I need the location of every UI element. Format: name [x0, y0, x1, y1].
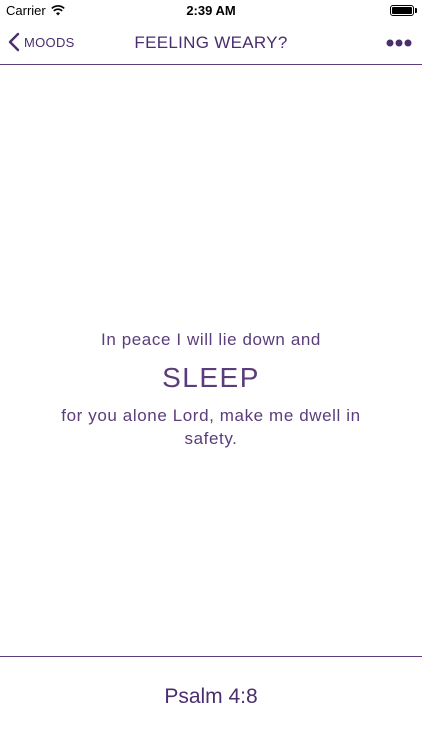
- screen: Carrier 2:39 AM MOODS FEELING WEARY? In …: [0, 0, 422, 750]
- verse-keyword: SLEEP: [162, 362, 260, 393]
- navigation-bar: MOODS FEELING WEARY?: [0, 22, 422, 65]
- footer: Psalm 4:8: [0, 656, 422, 750]
- ellipsis-icon[interactable]: [386, 34, 412, 52]
- battery-icon: [390, 5, 414, 16]
- status-time: 2:39 AM: [186, 3, 236, 18]
- verse-card: In peace I will lie down and SLEEP for y…: [40, 330, 382, 450]
- battery-tip: [415, 8, 417, 13]
- verse-line-1: In peace I will lie down and: [101, 330, 321, 349]
- verse-line-2: for you alone Lord, make me dwell in saf…: [61, 406, 361, 448]
- verse-reference: Psalm 4:8: [164, 685, 258, 708]
- page-title: FEELING WEARY?: [134, 33, 288, 52]
- battery-fill: [392, 7, 412, 14]
- status-bar: Carrier 2:39 AM: [0, 0, 422, 22]
